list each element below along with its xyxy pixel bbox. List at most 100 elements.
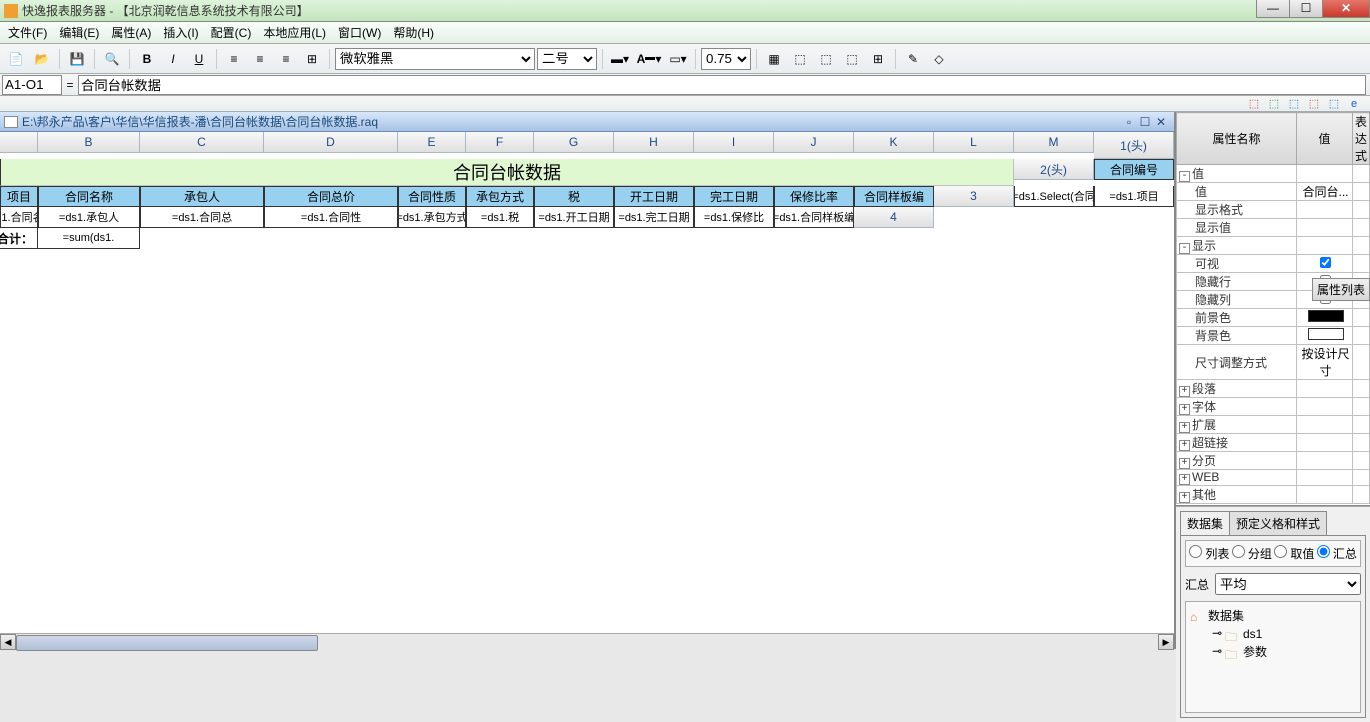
align-left-button[interactable]: ≡ (222, 47, 246, 71)
blank-cell[interactable] (934, 207, 1014, 228)
cell-reference[interactable] (2, 75, 62, 95)
prop-expr-0[interactable] (1353, 165, 1370, 183)
prop-expr-2[interactable] (1353, 201, 1370, 219)
scroll-left-arrow[interactable]: ◀ (0, 634, 16, 650)
clear-button[interactable]: ◇ (927, 47, 951, 71)
prop-name-14[interactable]: +超链接 (1177, 434, 1297, 452)
prop-name-12[interactable]: +字体 (1177, 398, 1297, 416)
new-button[interactable]: 📄 (4, 47, 28, 71)
blank-cell[interactable] (1014, 207, 1094, 228)
italic-button[interactable]: I (161, 47, 185, 71)
prop-expr-12[interactable] (1353, 398, 1370, 416)
property-list-tab[interactable]: 属性列表 (1312, 278, 1370, 301)
radio-list[interactable]: 列表 (1189, 545, 1229, 562)
header-3[interactable]: 承包人 (140, 186, 264, 207)
header-1[interactable]: 项目 (0, 186, 38, 207)
prop-name-17[interactable]: +其他 (1177, 486, 1297, 504)
row-head-4[interactable]: 4 (854, 207, 934, 228)
col-head-E[interactable]: E (398, 132, 466, 153)
prop-value-10[interactable]: 按设计尺寸 (1297, 345, 1353, 380)
close-button[interactable]: ✕ (1322, 0, 1370, 18)
col-head-L[interactable]: L (934, 132, 1014, 153)
data-cell-0[interactable]: =ds1.Select(合同 (1014, 186, 1094, 207)
blank-cell[interactable] (694, 228, 774, 249)
prop-value-11[interactable] (1297, 380, 1353, 398)
merge-button[interactable]: ⊞ (300, 47, 324, 71)
header-5[interactable]: 合同性质 (398, 186, 466, 207)
preview-excel-icon[interactable]: ⬚ (1266, 97, 1282, 111)
col-head-J[interactable]: J (774, 132, 854, 153)
blank-cell[interactable] (614, 228, 694, 249)
blank-cell[interactable] (140, 228, 264, 249)
fill-color-button[interactable]: ▬▾ (608, 47, 632, 71)
data-cell-10[interactable]: =ds1.保修比 (694, 207, 774, 228)
align-center-button[interactable]: ≡ (248, 47, 272, 71)
prop-value-3[interactable] (1297, 219, 1353, 237)
header-0[interactable]: 合同编号 (1094, 159, 1174, 180)
col-head-G[interactable]: G (534, 132, 614, 153)
doc-max-icon[interactable]: ☐ (1138, 116, 1152, 128)
blank-cell[interactable] (534, 228, 614, 249)
data-cell-3[interactable]: =ds1.承包人 (38, 207, 140, 228)
align-right-button[interactable]: ≡ (274, 47, 298, 71)
row-head-2[interactable]: 2(头) (1014, 159, 1094, 180)
doc-restore-icon[interactable]: ▫ (1122, 116, 1136, 128)
prop-name-0[interactable]: -值 (1177, 165, 1297, 183)
col-head-K[interactable]: K (854, 132, 934, 153)
col-head-I[interactable]: I (694, 132, 774, 153)
col-head-F[interactable]: F (466, 132, 534, 153)
header-7[interactable]: 税 (534, 186, 614, 207)
prop-value-14[interactable] (1297, 434, 1353, 452)
prop-name-16[interactable]: +WEB (1177, 470, 1297, 486)
grid-corner[interactable] (0, 132, 38, 153)
prop-value-1[interactable]: 合同台... (1297, 183, 1353, 201)
data-cell-4[interactable]: =ds1.合同总 (140, 207, 264, 228)
radio-value[interactable]: 取值 (1274, 545, 1314, 562)
col-head-D[interactable]: D (264, 132, 398, 153)
horizontal-scrollbar[interactable]: ◀ ▶ (0, 633, 1174, 649)
tree-root[interactable]: ⌂数据集 (1190, 606, 1356, 625)
prop-name-10[interactable]: 尺寸调整方式 (1177, 345, 1297, 380)
data-cell-5[interactable]: =ds1.合同性 (264, 207, 398, 228)
tree-node-ds1[interactable]: ⊸🗀ds1 (1190, 625, 1356, 642)
prop-expr-11[interactable] (1353, 380, 1370, 398)
font-color-button[interactable]: A▾ (634, 47, 664, 71)
prop-value-9[interactable] (1297, 327, 1353, 345)
aggregate-select[interactable]: 平均 (1215, 573, 1361, 595)
bold-button[interactable]: B (135, 47, 159, 71)
prop-value-2[interactable] (1297, 201, 1353, 219)
prop-name-7[interactable]: 隐藏列 (1177, 291, 1297, 309)
brush-button[interactable]: ✎ (901, 47, 925, 71)
blank-cell[interactable] (264, 228, 398, 249)
blank-cell[interactable] (466, 228, 534, 249)
prop-expr-14[interactable] (1353, 434, 1370, 452)
col-head-H[interactable]: H (614, 132, 694, 153)
preview-pdf-icon[interactable]: ⬚ (1246, 97, 1262, 111)
prop-expr-1[interactable] (1353, 183, 1370, 201)
data-cell-1[interactable]: =ds1.项目 (1094, 186, 1174, 207)
prop-value-16[interactable] (1297, 470, 1353, 486)
prop-expr-10[interactable] (1353, 345, 1370, 380)
prop-name-9[interactable]: 背景色 (1177, 327, 1297, 345)
prop-expr-8[interactable] (1353, 309, 1370, 327)
header-10[interactable]: 保修比率 (774, 186, 854, 207)
prop-name-11[interactable]: +段落 (1177, 380, 1297, 398)
prop-name-1[interactable]: 值 (1177, 183, 1297, 201)
prop-name-8[interactable]: 前景色 (1177, 309, 1297, 327)
menu-window[interactable]: 窗口(W) (334, 22, 385, 43)
valign-top-button[interactable]: ⬚ (788, 47, 812, 71)
preview-html-icon[interactable]: ⬚ (1286, 97, 1302, 111)
tree-node-params[interactable]: ⊸🗀参数 (1190, 642, 1356, 661)
row-head-3[interactable]: 3 (934, 186, 1014, 207)
col-head-M[interactable]: M (1014, 132, 1094, 153)
col-head-B[interactable]: B (38, 132, 140, 153)
menu-file[interactable]: 文件(F) (4, 22, 51, 43)
prop-value-12[interactable] (1297, 398, 1353, 416)
prop-expr-3[interactable] (1353, 219, 1370, 237)
prop-value-4[interactable] (1297, 237, 1353, 255)
menu-local[interactable]: 本地应用(L) (259, 22, 330, 43)
prop-expr-5[interactable] (1353, 255, 1370, 273)
prop-value-0[interactable] (1297, 165, 1353, 183)
save-button[interactable]: 💾 (65, 47, 89, 71)
prop-name-3[interactable]: 显示值 (1177, 219, 1297, 237)
